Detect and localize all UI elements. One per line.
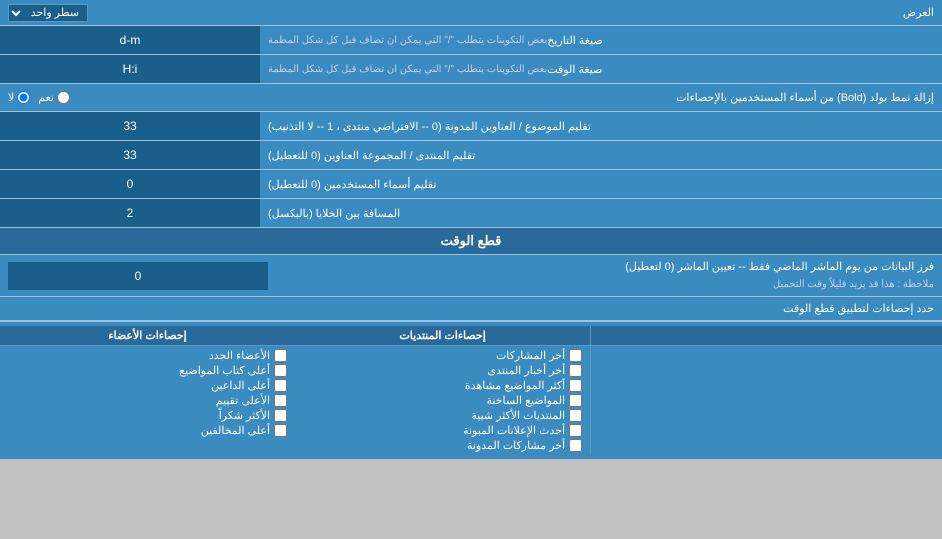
forum-limit-row: تقليم المنتدى / المجموعة العناوين (0 للت…: [0, 141, 942, 170]
time-format-row: صيغة الوقت بعض التكوينات يتطلب "/" التي …: [0, 55, 942, 84]
checkboxes-header: إحصاءات المنتديات إحصاءات الأعضاء: [0, 326, 942, 346]
usernames-limit-label: تقليم أسماء المستخدمين (0 للتعطيل): [260, 170, 942, 198]
forum-limit-label: تقليم المنتدى / المجموعة العناوين (0 للت…: [260, 141, 942, 169]
usernames-limit-row: تقليم أسماء المستخدمين (0 للتعطيل): [0, 170, 942, 199]
bold-radio-label: إزالة نمط بولد (Bold) من أسماء المستخدمي…: [70, 91, 934, 104]
list-item: أعلى الداعين: [8, 378, 287, 393]
list-item: أحدث الإعلانات المبونة: [303, 423, 582, 438]
forum-limit-input-wrapper: [0, 141, 260, 169]
spacing-input[interactable]: [6, 206, 254, 220]
checkboxes-col1: أخر المشاركات أخر أخبار المنتدى أكثر الم…: [295, 346, 591, 455]
checkbox-col1-2[interactable]: [569, 379, 582, 392]
checkbox-col1-6[interactable]: [569, 439, 582, 452]
date-format-label: صيغة التاريخ بعض التكوينات يتطلب "/" الت…: [260, 26, 942, 54]
list-item: المواضيع الساخنة: [303, 393, 582, 408]
cutoff-input[interactable]: [14, 269, 262, 283]
checkbox-col2-2[interactable]: [274, 379, 287, 392]
checkbox-col1-0[interactable]: [569, 349, 582, 362]
radio-no[interactable]: [17, 91, 30, 104]
spacing-row: المسافة بين الخلايا (بالبكسل): [0, 199, 942, 228]
stats-limit-row: حدد إحصاءات لتطبيق قطع الوقت: [0, 297, 942, 321]
checkbox-col2-3[interactable]: [274, 394, 287, 407]
spacing-label: المسافة بين الخلايا (بالبكسل): [260, 199, 942, 227]
spacing-input-wrapper: [0, 199, 260, 227]
right-spacer: [591, 326, 942, 345]
display-select[interactable]: سطر واحد سطران ثلاثة أسطر: [8, 4, 88, 22]
radio-yes-label[interactable]: نعم: [38, 91, 70, 104]
list-item: الأعلى تقييم: [8, 393, 287, 408]
checkboxes-grid: أخر المشاركات أخر أخبار المنتدى أكثر الم…: [0, 346, 942, 455]
checkbox-col2-0[interactable]: [274, 349, 287, 362]
cutoff-section-header: قطع الوقت: [0, 228, 942, 255]
titles-limit-input-wrapper: [0, 112, 260, 140]
cutoff-row: فرز البيانات من يوم الماشر الماضي فقط --…: [0, 255, 942, 297]
checkbox-col1-1[interactable]: [569, 364, 582, 377]
list-item: أكثر المواضيع مشاهدة: [303, 378, 582, 393]
radio-no-label[interactable]: لا: [8, 91, 30, 104]
checkbox-col1-5[interactable]: [569, 424, 582, 437]
time-format-input-wrapper: [0, 55, 260, 83]
stats-limit-label: حدد إحصاءات لتطبيق قطع الوقت: [8, 302, 934, 315]
cutoff-label: فرز البيانات من يوم الماشر الماضي فقط --…: [268, 259, 934, 292]
list-item: أعلى المخالفين: [8, 423, 287, 438]
checkbox-col1-4[interactable]: [569, 409, 582, 422]
right-empty-col: [591, 346, 942, 455]
col1-header: إحصاءات المنتديات: [295, 326, 591, 345]
date-format-input[interactable]: [6, 33, 254, 47]
checkboxes-section: إحصاءات المنتديات إحصاءات الأعضاء أخر ال…: [0, 321, 942, 459]
header-row: العرض سطر واحد سطران ثلاثة أسطر: [0, 0, 942, 26]
list-item: أعلى كتاب المواضيع: [8, 363, 287, 378]
checkbox-col2-4[interactable]: [274, 409, 287, 422]
forum-limit-input[interactable]: [6, 148, 254, 162]
list-item: أخر المشاركات: [303, 348, 582, 363]
list-item: الأكثر شكراً: [8, 408, 287, 423]
usernames-limit-input[interactable]: [6, 177, 254, 191]
cutoff-input-wrapper: [8, 262, 268, 290]
list-item: أخر مشاركات المدونة: [303, 438, 582, 453]
titles-limit-row: تقليم الموضوع / العناوين المدونة (0 -- ا…: [0, 112, 942, 141]
checkbox-col2-5[interactable]: [274, 424, 287, 437]
usernames-limit-input-wrapper: [0, 170, 260, 198]
col2-header: إحصاءات الأعضاء: [0, 326, 295, 345]
date-format-row: صيغة التاريخ بعض التكوينات يتطلب "/" الت…: [0, 26, 942, 55]
list-item: أخر أخبار المنتدى: [303, 363, 582, 378]
checkbox-col2-1[interactable]: [274, 364, 287, 377]
radio-yes[interactable]: [57, 91, 70, 104]
time-format-label: صيغة الوقت بعض التكوينات يتطلب "/" التي …: [260, 55, 942, 83]
header-label: العرض: [88, 6, 934, 19]
main-container: العرض سطر واحد سطران ثلاثة أسطر صيغة الت…: [0, 0, 942, 459]
list-item: الأعضاء الجدد: [8, 348, 287, 363]
titles-limit-input[interactable]: [6, 119, 254, 133]
time-format-input[interactable]: [6, 62, 254, 76]
date-format-input-wrapper: [0, 26, 260, 54]
select-wrapper: سطر واحد سطران ثلاثة أسطر: [8, 4, 88, 22]
titles-limit-label: تقليم الموضوع / العناوين المدونة (0 -- ا…: [260, 112, 942, 140]
checkbox-col1-3[interactable]: [569, 394, 582, 407]
bold-radio-row: إزالة نمط بولد (Bold) من أسماء المستخدمي…: [0, 84, 942, 112]
list-item: المنتديات الأكثر شبية: [303, 408, 582, 423]
bold-radio-group: نعم لا: [8, 91, 70, 104]
checkboxes-col2: الأعضاء الجدد أعلى كتاب المواضيع أعلى ال…: [0, 346, 295, 455]
